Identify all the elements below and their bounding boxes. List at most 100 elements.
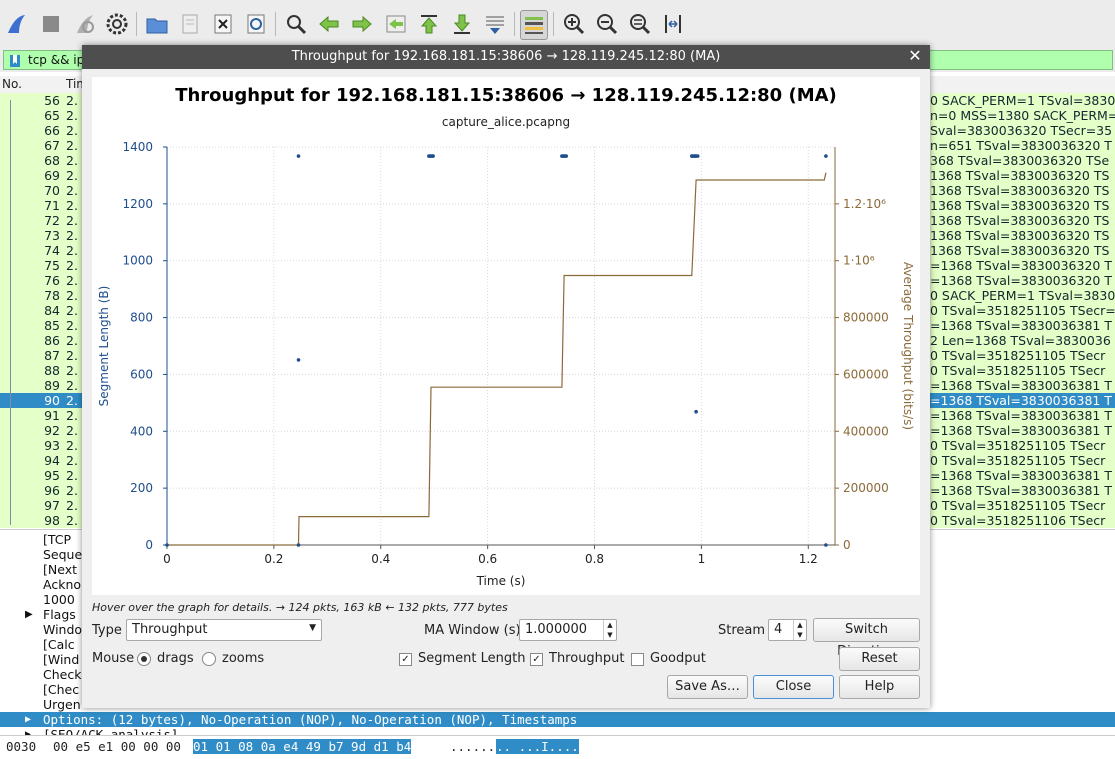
- stream-spinbox[interactable]: 4 ▲ ▼: [768, 619, 807, 641]
- x-tick-label: 0.2: [264, 552, 283, 566]
- close-window-icon[interactable]: ✕: [906, 47, 924, 65]
- packet-time-cell: 2.: [66, 438, 78, 453]
- zoom-in-icon[interactable]: [561, 10, 587, 38]
- packet-info-cell: =1368 TSval=3830036381 T: [930, 483, 1112, 498]
- capture-options-gear-icon[interactable]: [104, 10, 130, 38]
- segment-length-point: [694, 409, 698, 414]
- packet-number-cell: 78: [44, 288, 60, 303]
- column-header-no[interactable]: No.: [2, 77, 22, 91]
- packet-time-cell: 2.: [66, 153, 78, 168]
- zooms-radio[interactable]: [202, 652, 216, 666]
- reset-button[interactable]: Reset: [839, 647, 920, 671]
- packet-info-cell: 1368 TSval=3830036320 TS: [930, 213, 1110, 228]
- packet-number-cell: 88: [44, 363, 60, 378]
- zoom-out-icon[interactable]: [594, 10, 620, 38]
- packet-number-cell: 71: [44, 198, 60, 213]
- shark-fin-start-icon[interactable]: [4, 10, 30, 38]
- spin-arrows-icon[interactable]: ▲ ▼: [793, 620, 806, 640]
- throughput-series-line: [167, 172, 827, 546]
- packet-time-cell: 2.: [66, 243, 78, 258]
- filter-bookmark-icon[interactable]: [9, 54, 21, 71]
- segment-length-point: [296, 543, 301, 547]
- resize-columns-icon[interactable]: [660, 10, 686, 38]
- packet-info-cell: 0 TSval=3518251106 TSecr: [930, 513, 1106, 528]
- packet-time-cell: 2.: [66, 303, 78, 318]
- segment-length-point: [296, 358, 301, 362]
- close-button[interactable]: Close: [753, 675, 834, 699]
- packet-time-cell: 2.: [66, 138, 78, 153]
- go-back-arrow-icon[interactable]: [316, 10, 342, 38]
- stream-value: 4: [774, 622, 783, 637]
- packet-number-cell: 56: [44, 93, 60, 108]
- packet-info-cell: =1368 TSval=3830036381 T: [930, 423, 1112, 438]
- switch-direction-button[interactable]: Switch Direction: [813, 618, 920, 659]
- chart-subtitle: capture_alice.pcapng: [442, 115, 570, 129]
- packet-info-cell: 0 SACK_PERM=1 TSval=3830: [930, 93, 1115, 108]
- bytes-ascii-plain: ......: [450, 739, 496, 754]
- packet-info-cell: 2 Len=1368 TSval=3830036: [930, 333, 1111, 348]
- packet-time-cell: 2.: [66, 228, 78, 243]
- x-tick-label: 0.6: [478, 552, 497, 566]
- go-to-packet-icon[interactable]: [383, 10, 409, 38]
- y-tick-label: 1400: [122, 140, 153, 154]
- spin-arrows-icon[interactable]: ▲ ▼: [603, 620, 616, 640]
- segment-length-checkbox[interactable]: ✓: [399, 653, 412, 666]
- open-file-folder-icon[interactable]: [144, 10, 170, 38]
- find-packet-magnifier-icon[interactable]: [283, 10, 309, 38]
- goodput-checkbox[interactable]: [631, 653, 644, 666]
- drags-label: drags: [157, 651, 194, 666]
- options-row-label: Options: (12 bytes), No-Operation (NOP),…: [43, 712, 578, 727]
- packet-info-cell: =1368 TSval=3830036381 T: [930, 378, 1112, 393]
- expand-arrow-icon[interactable]: ▶: [25, 712, 31, 727]
- auto-scroll-icon[interactable]: [482, 10, 508, 38]
- graph-plot-area[interactable]: Throughput for 192.168.181.15:38606 → 12…: [92, 77, 920, 595]
- y-axis-label: Segment Length (B): [97, 286, 111, 407]
- conversation-bracket-line: [10, 100, 11, 525]
- bytes-ascii-highlight: .. ...I....: [496, 739, 579, 754]
- drags-radio[interactable]: [137, 652, 151, 666]
- segment-length-point: [431, 154, 435, 158]
- packet-time-cell: 2.: [66, 378, 78, 393]
- first-packet-icon[interactable]: [416, 10, 442, 38]
- help-button[interactable]: Help: [839, 675, 920, 699]
- graph-type-select[interactable]: Throughput ▼: [126, 619, 322, 641]
- colorize-packet-list-icon[interactable]: [520, 10, 548, 40]
- packet-number-cell: 66: [44, 123, 60, 138]
- y2-axis-label: Average Throughput (bits/s): [901, 262, 915, 430]
- dialog-titlebar[interactable]: Throughput for 192.168.181.15:38606 → 12…: [82, 45, 930, 69]
- save-file-icon[interactable]: [177, 10, 203, 38]
- display-filter-text: tcp && ip: [28, 53, 85, 67]
- packet-number-cell: 97: [44, 498, 60, 513]
- detail-row-label: Flags: [43, 607, 76, 622]
- packet-number-cell: 90: [44, 393, 60, 408]
- packet-number-cell: 95: [44, 468, 60, 483]
- restart-capture-icon[interactable]: [72, 10, 98, 38]
- normal-size-icon[interactable]: [627, 10, 653, 38]
- throughput-checkbox[interactable]: ✓: [530, 653, 543, 666]
- options-detail-row[interactable]: ▶ Options: (12 bytes), No-Operation (NOP)…: [0, 712, 1115, 727]
- detail-row-label: [Calc: [43, 637, 75, 652]
- expand-arrow-icon[interactable]: ▶: [25, 607, 33, 622]
- stop-capture-icon[interactable]: [38, 10, 64, 38]
- segment-length-point: [824, 543, 828, 547]
- detail-row-label: 1000: [43, 592, 75, 607]
- packet-info-cell: 0 TSval=3518251105 TSecr: [930, 363, 1106, 378]
- ma-window-spinbox[interactable]: 1.000000 ▲ ▼: [519, 619, 617, 641]
- close-file-icon[interactable]: [210, 10, 236, 38]
- packet-number-cell: 84: [44, 303, 60, 318]
- save-as-button[interactable]: Save As…: [667, 675, 748, 699]
- x-tick-label: 1: [698, 552, 706, 566]
- dialog-window-title: Throughput for 192.168.181.15:38606 → 12…: [291, 49, 721, 64]
- packet-info-cell: 1368 TSval=3830036320 TS: [930, 243, 1110, 258]
- chart-title: Throughput for 192.168.181.15:38606 → 12…: [175, 85, 837, 106]
- last-packet-icon[interactable]: [449, 10, 475, 38]
- segment-length-label: Segment Length: [418, 651, 526, 666]
- detail-row-label: Urgen: [43, 697, 81, 712]
- reload-file-icon[interactable]: [243, 10, 269, 38]
- packet-info-cell: 1368 TSval=3830036320 TS: [930, 168, 1110, 183]
- packet-time-cell: 2.: [66, 483, 78, 498]
- throughput-chart[interactable]: Throughput for 192.168.181.15:38606 → 12…: [92, 77, 920, 595]
- go-forward-arrow-icon[interactable]: [349, 10, 375, 38]
- packet-number-cell: 68: [44, 153, 60, 168]
- packet-time-cell: 2.: [66, 123, 78, 138]
